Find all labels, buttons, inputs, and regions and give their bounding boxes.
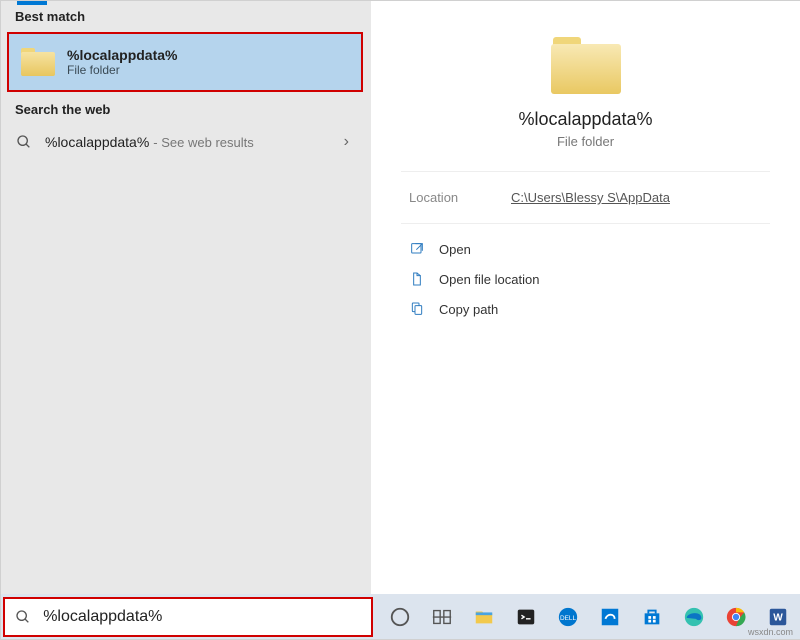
copy-path-label: Copy path	[439, 302, 498, 317]
preview-subtitle: File folder	[557, 134, 614, 149]
folder-icon	[551, 37, 621, 95]
location-label: Location	[401, 190, 511, 205]
web-result[interactable]: %localappdata% - See web results ›	[1, 123, 371, 161]
cortana-icon[interactable]	[379, 596, 421, 638]
svg-text:W: W	[773, 612, 783, 623]
best-match-header: Best match	[1, 1, 371, 30]
location-row: Location C:\Users\Blessy S\AppData	[401, 172, 770, 224]
dell-icon[interactable]: DELL	[547, 596, 589, 638]
best-match-subtitle: File folder	[67, 63, 177, 77]
search-icon	[15, 608, 31, 626]
open-location-icon	[409, 271, 425, 287]
store-icon[interactable]	[631, 596, 673, 638]
chevron-right-icon: ›	[344, 133, 349, 151]
search-window: Best match %localappdata% File folder Se…	[0, 0, 800, 640]
taskbar-search-box[interactable]	[3, 597, 373, 637]
best-match-result[interactable]: %localappdata% File folder	[7, 32, 363, 92]
open-location-label: Open file location	[439, 272, 539, 287]
search-web-header: Search the web	[1, 94, 371, 123]
file-explorer-icon[interactable]	[463, 596, 505, 638]
open-icon	[409, 241, 425, 257]
best-match-title: %localappdata%	[67, 47, 177, 63]
web-result-sub: - See web results	[153, 135, 253, 150]
preview-pane: %localappdata% File folder Location C:\U…	[371, 1, 800, 595]
taskbar-icons: DELL W	[379, 594, 799, 639]
copy-path-icon	[409, 301, 425, 317]
actions-list: Open Open file location Copy path	[371, 224, 800, 334]
preview-title: %localappdata%	[518, 109, 652, 130]
web-result-title: %localappdata%	[45, 134, 149, 150]
results-pane: Best match %localappdata% File folder Se…	[1, 1, 371, 595]
taskbar: DELL W	[1, 594, 800, 639]
terminal-icon[interactable]	[505, 596, 547, 638]
watermark: wsxdn.com	[748, 627, 793, 637]
copy-path-action[interactable]: Copy path	[401, 294, 770, 324]
search-icon	[15, 133, 33, 151]
location-value[interactable]: C:\Users\Blessy S\AppData	[511, 190, 670, 205]
open-action[interactable]: Open	[401, 234, 770, 264]
edge-legacy-icon[interactable]	[589, 596, 631, 638]
svg-text:DELL: DELL	[560, 614, 576, 621]
folder-icon	[21, 48, 55, 76]
search-input[interactable]	[41, 607, 371, 627]
task-view-icon[interactable]	[421, 596, 463, 638]
edge-icon[interactable]	[673, 596, 715, 638]
open-label: Open	[439, 242, 471, 257]
accent-indicator	[17, 1, 47, 5]
open-location-action[interactable]: Open file location	[401, 264, 770, 294]
preview-header: %localappdata% File folder	[401, 1, 770, 172]
best-match-text: %localappdata% File folder	[67, 47, 177, 77]
